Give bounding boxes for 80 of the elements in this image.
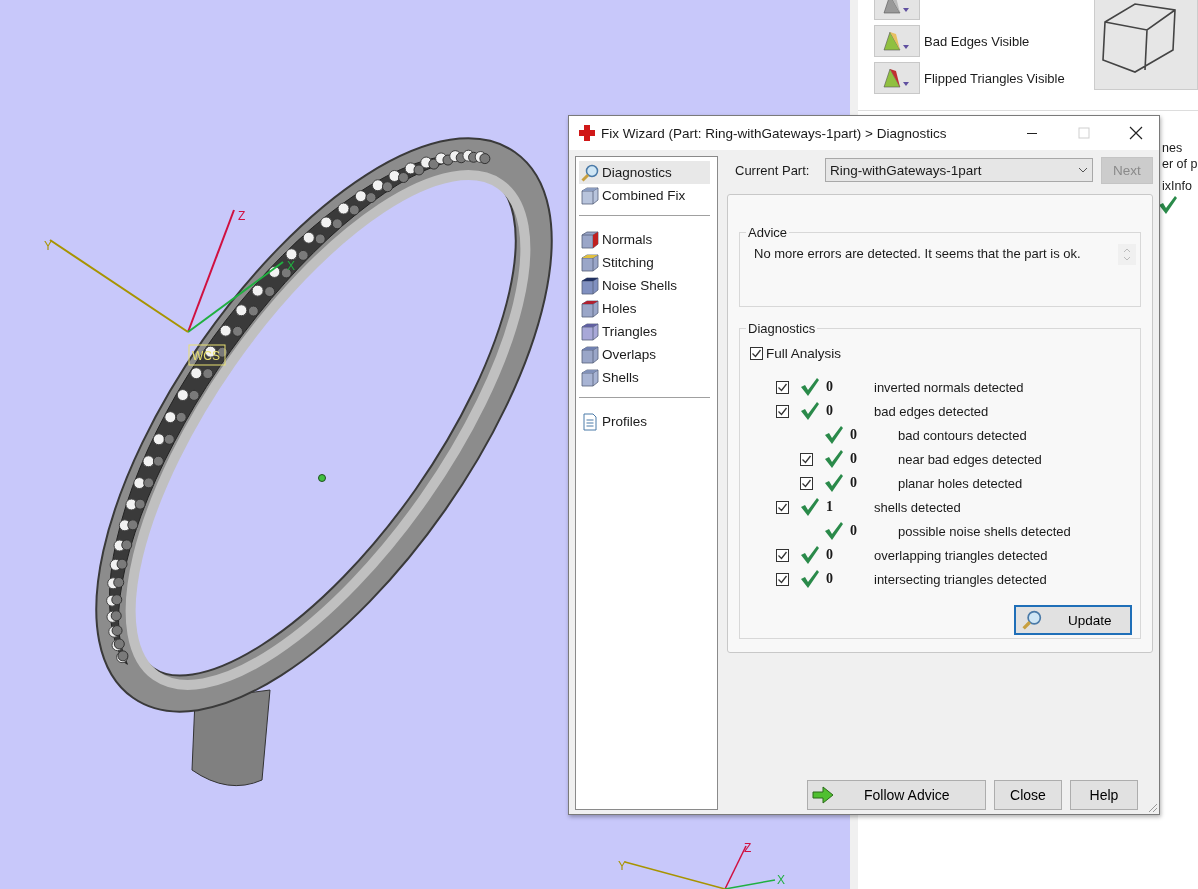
follow-advice-button[interactable]: Follow Advice — [807, 780, 986, 810]
nav-item[interactable]: Stitching — [579, 251, 710, 274]
axis-label: X — [777, 873, 785, 887]
count-value: 0 — [850, 427, 858, 443]
toggle-label: Flipped Triangles Visible — [924, 70, 1065, 86]
arrow-icon — [812, 786, 834, 804]
view-cube-preview[interactable] — [1094, 0, 1198, 90]
cube-icon — [581, 345, 599, 364]
nav-item[interactable]: Noise Shells — [579, 274, 710, 297]
search-icon — [581, 163, 599, 182]
wcs-label: WCS — [192, 349, 220, 363]
count-value: 0 — [850, 451, 858, 467]
toggle-label: Bad Edges Visible — [924, 33, 1030, 49]
advice-text: No more errors are detected. It seems that the part is ok. — [753, 245, 1082, 263]
count-value: 0 — [850, 523, 858, 539]
count-value: 0 — [826, 547, 834, 563]
diagnostic-label: overlapping triangles detected — [874, 547, 1048, 563]
axis-label: Z — [238, 209, 246, 223]
cube-icon — [581, 253, 599, 272]
axis-label: Y — [44, 239, 52, 253]
document-icon — [581, 412, 599, 431]
axis-label: Z — [744, 841, 752, 855]
cube-icon — [581, 186, 599, 205]
triangle-icon — [882, 30, 912, 52]
checkbox[interactable] — [750, 347, 763, 360]
count-value: 0 — [826, 571, 834, 587]
axis-label: Y — [618, 859, 626, 873]
update-button[interactable]: Update — [1014, 605, 1132, 635]
cube-icon — [581, 368, 599, 387]
checkbox[interactable] — [776, 380, 789, 394]
nav-item[interactable]: Combined Fix — [579, 184, 710, 207]
group-title: Diagnostics — [747, 321, 817, 336]
cube-icon — [581, 299, 599, 318]
display-toggle-button[interactable] — [874, 25, 920, 57]
panel-text: er of p — [1162, 157, 1198, 171]
count-value: 0 — [826, 379, 834, 395]
diagnostic-label: bad contours detected — [898, 427, 1027, 443]
nav-item[interactable]: Holes — [579, 297, 710, 320]
app-icon — [579, 125, 595, 141]
search-icon — [1022, 610, 1042, 630]
cube-icon — [581, 230, 599, 249]
part-dropdown[interactable]: Ring-withGateways-1part — [825, 158, 1093, 182]
diagnostic-label: possible noise shells detected — [898, 523, 1071, 539]
dialog-button[interactable]: Close — [994, 780, 1062, 810]
nav-item[interactable]: Normals — [579, 228, 710, 251]
chevron-down-icon — [1078, 167, 1088, 173]
cube-icon — [581, 322, 599, 341]
checkbox[interactable] — [776, 548, 789, 562]
group-title: Advice — [747, 225, 789, 240]
resize-grip-icon[interactable] — [1146, 801, 1158, 813]
diagnostic-label: near bad edges detected — [898, 451, 1042, 467]
checkbox[interactable] — [776, 572, 789, 586]
column-header: ixInfo — [1162, 179, 1193, 193]
checkbox[interactable] — [800, 476, 813, 490]
wcs-tag — [188, 344, 226, 366]
checkbox[interactable] — [776, 500, 789, 514]
diagnostic-label: planar holes detected — [898, 475, 1023, 491]
display-toggle-button[interactable] — [874, 62, 920, 94]
triangle-icon — [882, 67, 912, 89]
count-value: 1 — [826, 499, 834, 515]
checkbox-label: Full Analysis — [766, 346, 842, 361]
checkbox[interactable] — [800, 452, 813, 466]
diagnostic-label: intersecting triangles detected — [874, 571, 1047, 587]
panel-text: nes — [1162, 141, 1184, 155]
diagnostic-label: shells detected — [874, 499, 961, 515]
nav-item[interactable]: Diagnostics — [579, 161, 710, 184]
diagnostic-label: bad edges detected — [874, 403, 989, 419]
nav-item[interactable]: Shells — [579, 366, 710, 389]
axis-label: X — [287, 259, 295, 273]
count-value: 0 — [826, 403, 834, 419]
window-title: Fix Wizard (Part: Ring-withGateways-1part) > Diagnostics — [601, 125, 948, 141]
diagnostic-label: inverted normals detected — [874, 379, 1024, 395]
count-value: 0 — [850, 475, 858, 491]
checkbox[interactable] — [776, 404, 789, 418]
cube-icon — [581, 276, 599, 295]
current-part-label: Current Part: — [735, 162, 811, 178]
dialog-button[interactable]: Help — [1070, 780, 1138, 810]
nav-item[interactable]: Triangles — [579, 320, 710, 343]
nav-item[interactable]: Profiles — [579, 410, 710, 433]
nav-item[interactable]: Overlaps — [579, 343, 710, 366]
